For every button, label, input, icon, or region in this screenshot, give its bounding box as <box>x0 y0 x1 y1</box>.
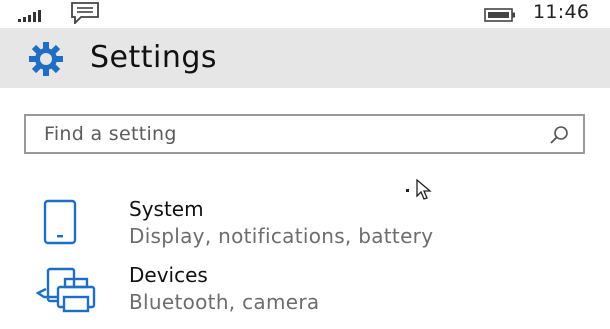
battery-icon <box>484 8 515 22</box>
page-header: Settings <box>0 28 610 88</box>
category-description: Bluetooth, camera <box>129 290 320 314</box>
search-icon[interactable] <box>549 125 569 145</box>
category-devices[interactable]: Devices Bluetooth, camera <box>0 263 610 329</box>
status-time: 11:46 <box>533 1 590 23</box>
devices-icon <box>36 267 96 313</box>
status-bar: 11:46 <box>0 0 610 28</box>
category-title: Devices <box>129 263 208 287</box>
search-input[interactable]: Find a setting <box>24 114 585 154</box>
category-system[interactable]: System Display, notifications, battery <box>0 197 610 263</box>
signal-icon <box>18 10 41 22</box>
page-title: Settings <box>90 40 218 75</box>
category-description: Display, notifications, battery <box>129 224 434 248</box>
category-title: System <box>129 197 204 221</box>
message-icon <box>71 2 99 24</box>
phone-icon <box>43 199 77 245</box>
gear-icon <box>29 42 63 76</box>
search-placeholder: Find a setting <box>44 123 177 145</box>
cursor-dot <box>406 189 409 192</box>
